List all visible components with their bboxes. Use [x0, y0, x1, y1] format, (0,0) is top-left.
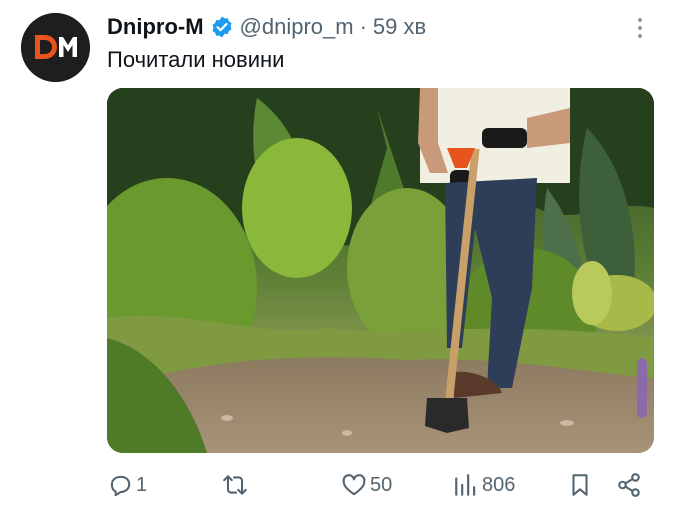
separator-dot: · — [359, 14, 367, 39]
tweet-header: Dnipro-M @dnipro_m · 59 хв — [107, 12, 426, 42]
bookmark-button[interactable] — [567, 466, 593, 504]
retweet-icon — [223, 475, 247, 495]
reply-count: 1 — [136, 473, 148, 496]
tweet-media-photo[interactable] — [107, 88, 654, 453]
author-name[interactable]: Dnipro-M — [107, 14, 204, 40]
share-button[interactable] — [616, 466, 642, 504]
like-count: 50 — [370, 473, 393, 496]
bookmark-icon — [572, 474, 588, 496]
author-handle[interactable]: @dnipro_m — [240, 14, 354, 40]
reply-icon — [110, 475, 131, 497]
views-chart-icon — [455, 474, 476, 496]
share-icon — [618, 473, 640, 497]
retweet-button[interactable] — [222, 466, 251, 504]
verified-badge-icon — [210, 15, 234, 39]
views-button[interactable]: 806 — [453, 466, 515, 504]
reply-button[interactable]: 1 — [107, 466, 147, 504]
more-options-icon[interactable] — [628, 14, 652, 42]
photo-gardener-with-shovel-icon — [107, 88, 654, 453]
avatar[interactable] — [21, 13, 90, 82]
like-button[interactable]: 50 — [341, 466, 392, 504]
dnipro-m-logo-icon — [21, 13, 90, 82]
heart-icon — [342, 474, 366, 496]
tweet-text: Почитали новини — [107, 47, 285, 72]
tweet-time[interactable]: 59 хв — [373, 14, 426, 40]
views-count: 806 — [482, 473, 516, 496]
tweet-actions-bar: 1 50 806 — [0, 466, 675, 504]
